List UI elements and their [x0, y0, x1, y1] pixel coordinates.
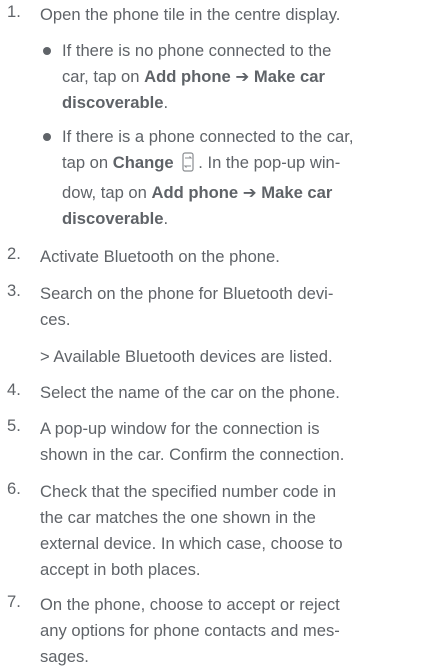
step-text: Activate Bluetooth on the phone. [40, 247, 280, 266]
add-phone-label: Add phone [151, 183, 239, 202]
step-text: shown in the car. Confirm the connection… [40, 445, 345, 464]
step-text: sages. [40, 647, 89, 666]
discoverable-label: discoverable [62, 209, 164, 228]
bullet-text: car, tap on [62, 67, 145, 86]
bullet-text: If there is a phone connected to the car… [62, 127, 354, 146]
step-text: external device. In which case, choose t… [40, 534, 343, 553]
step-number: 4. [7, 380, 21, 399]
step-number: 7. [7, 592, 21, 611]
step-text: Search on the phone for Bluetooth devi- [40, 284, 334, 303]
step-text: Select the name of the car on the phone. [40, 383, 340, 402]
step-number: 1. [7, 2, 21, 21]
arrow-right-icon: ➔ [235, 67, 250, 86]
discoverable-label: discoverable [62, 93, 164, 112]
instruction-document: 1. Open the phone tile in the centre dis… [0, 0, 448, 671]
step-number: 2. [7, 244, 21, 263]
bullet-text: If there is no phone connected to the [62, 41, 332, 60]
step-number: 3. [7, 281, 21, 300]
step-text: the car matches the one shown in the [40, 508, 316, 527]
step-text: Open the phone tile in the centre displa… [40, 5, 341, 24]
swap-phone-icon [180, 152, 196, 180]
step-text: On the phone, choose to accept or reject [40, 595, 340, 614]
bullet-text: . In the pop-up win- [198, 153, 341, 172]
period: . [163, 93, 169, 112]
step-text: accept in both places. [40, 560, 201, 579]
step-text: ces. [40, 310, 71, 329]
step-text: A pop-up window for the connection is [40, 419, 320, 438]
make-car-label: Make car [253, 67, 325, 86]
step-number: 5. [7, 416, 21, 435]
bullet-dot-icon [43, 133, 51, 141]
arrow-right-icon: ➔ [242, 183, 257, 202]
bullet-text: dow, tap on [62, 183, 152, 202]
make-car-label: Make car [261, 183, 333, 202]
bullet-text: tap on [62, 153, 113, 172]
step-text: Check that the specified number code in [40, 482, 337, 501]
period: . [163, 209, 169, 228]
bullet-dot-icon [43, 47, 51, 55]
step-text: any options for phone contacts and mes- [40, 621, 340, 640]
add-phone-label: Add phone [144, 67, 231, 86]
change-label: Change [112, 153, 174, 172]
step-number: 6. [7, 479, 21, 498]
step-3-result: > Available Bluetooth devices are listed… [40, 347, 333, 366]
